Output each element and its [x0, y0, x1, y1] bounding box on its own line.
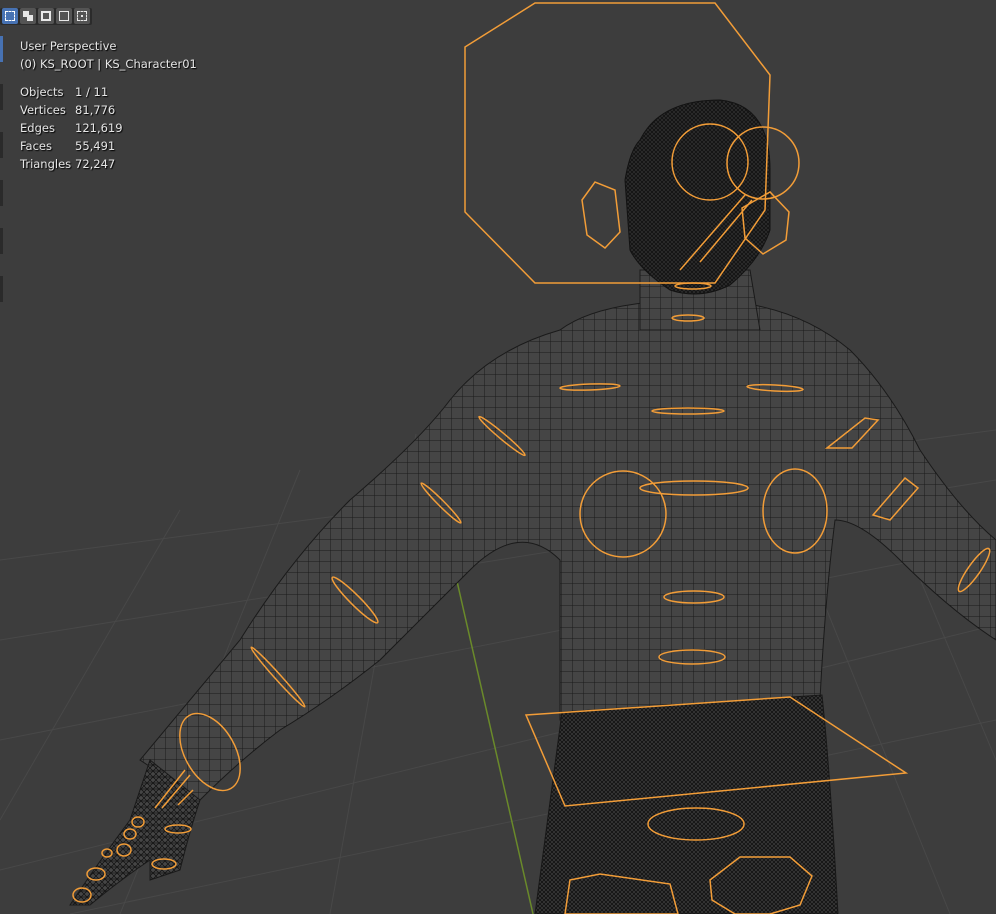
stat-row-edges: Edges 121,619 — [20, 119, 197, 137]
scene-statistics: Objects 1 / 11 Vertices 81,776 Edges 121… — [20, 83, 197, 173]
stat-row-faces: Faces 55,491 — [20, 137, 197, 155]
toolbar-tab-active[interactable] — [0, 36, 3, 62]
stat-label: Faces — [20, 139, 52, 153]
select-extend-icon[interactable] — [20, 8, 36, 24]
view-name: User Perspective — [20, 39, 117, 53]
character-mesh[interactable] — [69, 99, 996, 914]
stat-label: Objects — [20, 85, 64, 99]
select-new-icon[interactable] — [2, 8, 18, 24]
stat-label: Vertices — [20, 103, 66, 117]
stat-value: 72,247 — [75, 157, 116, 171]
ear-bone-left — [581, 181, 621, 249]
stat-value: 121,619 — [75, 121, 123, 135]
toolbar-tab[interactable] — [0, 180, 3, 206]
stat-row-vertices: Vertices 81,776 — [20, 101, 197, 119]
toolbar-edge — [0, 36, 3, 324]
stat-value: 81,776 — [75, 103, 116, 117]
stat-label: Triangles — [20, 157, 72, 171]
select-subtract-icon[interactable] — [38, 8, 54, 24]
scene-context: (0) KS_ROOT | KS_Character01 — [20, 57, 197, 71]
3d-viewport[interactable]: User Perspective (0) KS_ROOT | KS_Charac… — [0, 0, 996, 914]
stat-value: 1 / 11 — [75, 85, 109, 99]
stat-row-triangles: Triangles 72,247 — [20, 155, 197, 173]
toolbar-tab[interactable] — [0, 276, 3, 302]
toolbar-tab[interactable] — [0, 228, 3, 254]
viewport-text-overlay: User Perspective (0) KS_ROOT | KS_Charac… — [20, 37, 197, 173]
selection-mode-bar — [0, 8, 92, 25]
select-difference-icon[interactable] — [56, 8, 72, 24]
select-intersect-icon[interactable] — [74, 8, 90, 24]
stat-label: Edges — [20, 121, 55, 135]
toolbar-tab[interactable] — [0, 84, 3, 110]
toolbar-tab[interactable] — [0, 132, 3, 158]
stat-row-objects: Objects 1 / 11 — [20, 83, 197, 101]
stat-value: 55,491 — [75, 139, 116, 153]
